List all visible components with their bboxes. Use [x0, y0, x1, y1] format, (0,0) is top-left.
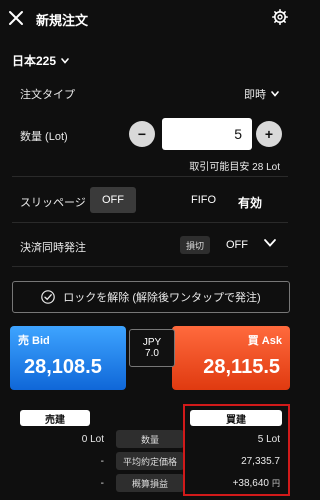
minus-icon: −	[137, 126, 147, 142]
decrease-button[interactable]: −	[129, 121, 155, 147]
slippage-toggle[interactable]: OFF	[90, 187, 136, 213]
unlock-label: ロックを解除 (解除後ワンタップで発注)	[63, 292, 261, 304]
quantity-input[interactable]: 5	[162, 118, 252, 150]
chevron-down-icon	[271, 91, 279, 97]
symbol-name: 日本225	[12, 54, 57, 68]
page-title: 新規注文	[36, 13, 89, 28]
bid-price: 28,108.5	[24, 356, 102, 378]
divider	[12, 266, 288, 267]
highlight-box	[183, 404, 290, 496]
order-type-select[interactable]: 即時	[244, 86, 280, 102]
divider	[12, 176, 288, 177]
sell-pnl: -	[100, 478, 104, 489]
order-type-label: 注文タイプ	[20, 89, 75, 101]
plus-icon: +	[264, 126, 274, 142]
sell-quantity: 0 Lot	[81, 434, 104, 445]
ask-price: 28,115.5	[203, 356, 280, 378]
chevron-down-icon[interactable]	[263, 237, 277, 249]
spread-indicator: JPY 7.0	[129, 329, 175, 367]
quantity-label: 数量 (Lot)	[20, 131, 68, 143]
slippage-label: スリッページ	[20, 197, 86, 209]
unlock-button[interactable]: ロックを解除 (解除後ワンタップで発注)	[12, 281, 290, 313]
divider	[12, 222, 288, 223]
spread-currency: JPY	[142, 337, 162, 348]
row-label-quantity: 数量	[116, 430, 184, 448]
settle-label: 決済同時発注	[20, 242, 86, 254]
order-type-value: 即時	[244, 89, 266, 101]
fifo-label: FIFO	[191, 194, 217, 206]
symbol-selector[interactable]: 日本225	[12, 52, 70, 69]
row-label-pnl: 概算損益	[116, 474, 184, 492]
sell-positions-header: 売建	[20, 410, 90, 426]
stop-loss-badge: 損切	[180, 236, 210, 254]
bid-button[interactable]: 売 Bid 28,108.5	[10, 326, 126, 390]
available-lots: 取引可能目安 28 Lot	[189, 162, 280, 173]
check-circle-icon	[41, 290, 56, 304]
fifo-status: 有効	[238, 196, 263, 210]
bid-label: 売 Bid	[18, 335, 50, 347]
ask-button[interactable]: 買 Ask 28,115.5	[172, 326, 290, 390]
gear-icon[interactable]	[272, 9, 288, 25]
chevron-down-icon	[61, 57, 69, 64]
increase-button[interactable]: +	[256, 121, 282, 147]
spread-value: 7.0	[145, 348, 159, 359]
ask-label: 買 Ask	[247, 335, 282, 347]
close-icon[interactable]	[8, 10, 24, 26]
settle-state: OFF	[226, 239, 248, 251]
row-label-avg-price: 平均約定価格	[116, 452, 184, 470]
sell-avg-price: -	[100, 456, 104, 467]
